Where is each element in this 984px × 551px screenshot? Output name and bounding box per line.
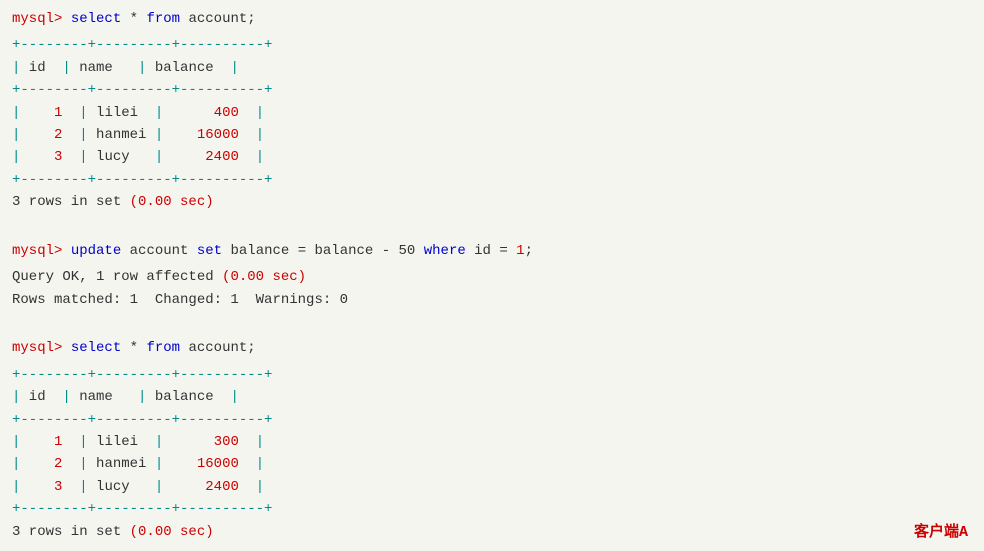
from-keyword1: from — [146, 11, 180, 27]
select-keyword1: select — [71, 11, 121, 27]
client-label: 客户端A — [914, 520, 968, 541]
result1-line: 3 rows in set (0.00 sec) — [12, 191, 972, 213]
table1-border-top: +--------+---------+----------+ — [12, 34, 972, 56]
table2-border-top: +--------+---------+----------+ — [12, 364, 972, 386]
prompt2: mysql> — [12, 243, 62, 259]
table2-row3: | 3 | lucy | 2400 | — [12, 476, 972, 498]
table2-row1: | 1 | lilei | 300 | — [12, 431, 972, 453]
table1-row1: | 1 | lilei | 400 | — [12, 102, 972, 124]
table1-row2: | 2 | hanmei | 16000 | — [12, 124, 972, 146]
spacer1 — [12, 218, 972, 240]
prompt1: mysql> — [12, 11, 62, 27]
query1-line: mysql> select * from account; — [12, 8, 972, 30]
table2-row2: | 2 | hanmei | 16000 | — [12, 453, 972, 475]
table1-row3: | 3 | lucy | 2400 | — [12, 146, 972, 168]
from-keyword2: from — [146, 340, 180, 356]
table1-header: | id | name | balance | — [12, 57, 972, 79]
table1-border-bot: +--------+---------+----------+ — [12, 169, 972, 191]
terminal: mysql> select * from account; +--------+… — [12, 8, 972, 543]
table1-border-mid: +--------+---------+----------+ — [12, 79, 972, 101]
spacer2 — [12, 315, 972, 337]
query-ok-line: Query OK, 1 row affected (0.00 sec) — [12, 266, 972, 288]
table2-header: | id | name | balance | — [12, 386, 972, 408]
prompt3: mysql> — [12, 340, 62, 356]
set-keyword: set — [197, 243, 222, 259]
select-keyword2: select — [71, 340, 121, 356]
table2-border-mid: +--------+---------+----------+ — [12, 409, 972, 431]
table2-border-bot: +--------+---------+----------+ — [12, 498, 972, 520]
query2-line: mysql> update account set balance = bala… — [12, 240, 972, 262]
where-keyword: where — [424, 243, 466, 259]
query3-line: mysql> select * from account; — [12, 337, 972, 359]
update-keyword: update — [71, 243, 121, 259]
rows-matched-line: Rows matched: 1 Changed: 1 Warnings: 0 — [12, 289, 972, 311]
result2-line: 3 rows in set (0.00 sec) — [12, 521, 972, 543]
